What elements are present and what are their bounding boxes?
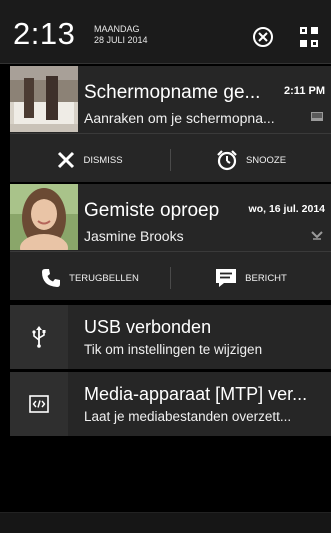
notification-actions: DISMISS SNOOZE: [10, 134, 331, 186]
mtp-icon-box: [10, 372, 68, 436]
usb-icon-box: [10, 305, 68, 369]
notification-time: wo, 16 jul. 2014: [248, 203, 325, 215]
quick-settings-button[interactable]: [296, 24, 322, 50]
message-label: BERICHT: [245, 272, 287, 284]
usb-subtitle: Tik om instellingen te wijzigen: [84, 342, 263, 357]
alarm-clock-icon: [217, 150, 237, 171]
phone-icon: [42, 269, 61, 287]
mtp-subtitle: Laat je mediabestanden overzett...: [84, 409, 292, 424]
clear-all-button[interactable]: [250, 24, 276, 50]
date-text: 28 JULI 2014: [94, 35, 148, 45]
dismiss-button[interactable]: DISMISS: [10, 134, 170, 186]
notification-time: 2:11 PM: [284, 85, 325, 97]
circle-x-icon: [253, 27, 273, 47]
call-back-label: TERUGBELLEN: [69, 272, 139, 284]
missed-call-notification[interactable]: Gemiste oproep wo, 16 jul. 2014 Jasmine …: [10, 184, 331, 300]
usb-icon: [32, 326, 46, 348]
notification-actions: TERUGBELLEN BERICHT: [10, 252, 331, 304]
missed-call-small-icon: [311, 231, 323, 240]
caller-name: Jasmine Brooks: [84, 228, 184, 244]
close-icon: [58, 151, 75, 169]
mtp-title: Media-apparaat [MTP] ver...: [84, 384, 308, 404]
dismiss-label: DISMISS: [83, 154, 123, 166]
message-icon: [216, 269, 237, 287]
clock: 2:13: [13, 16, 76, 51]
notification-subtitle: Aanraken om je schermopna...: [84, 110, 275, 126]
call-back-button[interactable]: TERUGBELLEN: [10, 252, 170, 304]
screenshot-small-icon: [311, 112, 323, 121]
usb-title: USB verbonden: [84, 317, 212, 337]
drag-handle-bar[interactable]: [0, 512, 331, 533]
quick-settings-icon: [300, 27, 318, 47]
snooze-label: SNOOZE: [245, 154, 287, 166]
notification-title: Schermopname ge...: [84, 82, 261, 103]
notification-header: 2:13 MAANDAG 28 JULI 2014: [0, 0, 331, 64]
snooze-button[interactable]: SNOOZE: [171, 134, 331, 186]
message-button[interactable]: BERICHT: [171, 252, 331, 304]
code-icon: [29, 395, 49, 413]
day-label: MAANDAG: [94, 24, 140, 34]
screenshot-thumbnail-image: [10, 66, 78, 132]
screenshot-notification[interactable]: Schermopname ge... 2:11 PM Aanraken om j…: [10, 66, 331, 182]
contact-photo: [10, 184, 78, 250]
notification-title: Gemiste oproep: [84, 200, 220, 221]
screenshot-thumbnail: [10, 66, 78, 132]
usb-notification[interactable]: USB verbonden Tik om instellingen te wij…: [10, 305, 331, 369]
mtp-notification[interactable]: Media-apparaat [MTP] ver... Laat je medi…: [10, 372, 331, 436]
contact-photo-image: [10, 184, 78, 250]
date-label: MAANDAG 28 JULI 2014: [94, 24, 148, 46]
